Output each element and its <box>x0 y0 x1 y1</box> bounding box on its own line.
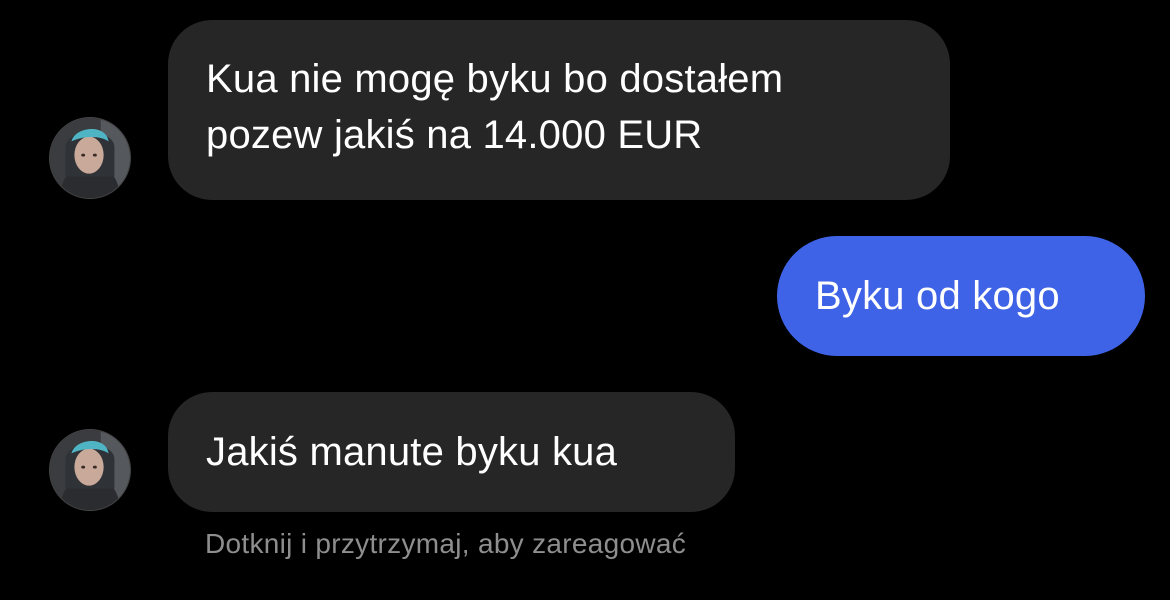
message-thread: Kua nie mogę byku bo dostałem pozew jaki… <box>0 0 1170 600</box>
message-text: Jakiś manute byku kua <box>206 430 618 474</box>
incoming-message-bubble[interactable]: Kua nie mogę byku bo dostałem pozew jaki… <box>168 20 950 200</box>
message-text: Byku od kogo <box>815 274 1060 318</box>
avatar-photo <box>50 118 130 198</box>
outgoing-message-bubble[interactable]: Byku od kogo <box>777 236 1145 356</box>
message-text: Kua nie mogę byku bo dostałem pozew jaki… <box>206 57 784 157</box>
avatar-photo <box>50 430 130 510</box>
incoming-message-bubble[interactable]: Jakiś manute byku kua <box>168 392 735 512</box>
contact-avatar-icon[interactable] <box>49 429 131 511</box>
reaction-hint: Dotknij i przytrzymaj, aby zareagować <box>205 528 687 559</box>
contact-avatar-icon[interactable] <box>49 117 131 199</box>
